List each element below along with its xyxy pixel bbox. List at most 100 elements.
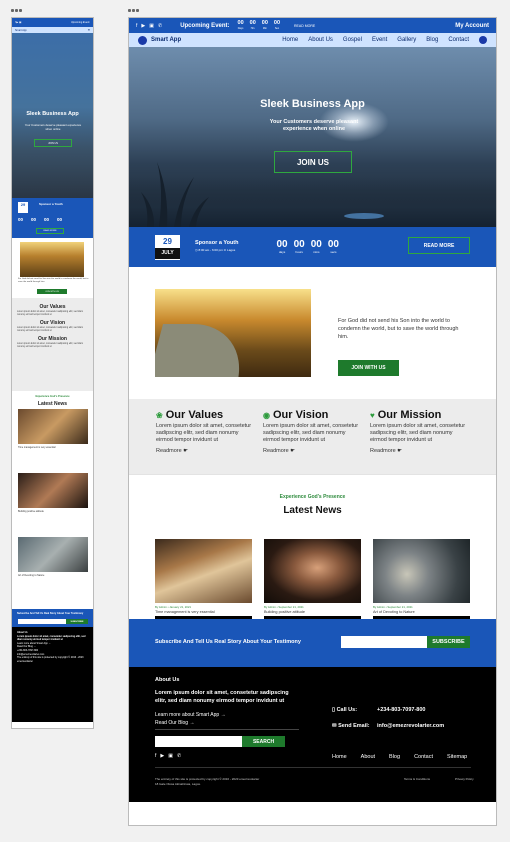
mobile-news-image xyxy=(18,537,88,572)
mobile-news-card[interactable]: Time management is very essential xyxy=(18,409,88,449)
news-title: Latest News xyxy=(283,505,342,516)
event-month: JULY xyxy=(155,247,180,259)
desktop-window-dots xyxy=(128,9,140,12)
mobile-menu-icon[interactable]: ☰ xyxy=(88,29,90,32)
hero-title: Sleek Business App xyxy=(260,98,365,110)
grass-silhouette xyxy=(141,162,209,227)
mobile-values-text: Lorem ipsum dolor sit amet, consetetur s… xyxy=(17,311,84,316)
mobile-event-readmore[interactable]: READ MORE xyxy=(36,228,64,234)
mobile-footer-lead: Lorem ipsum dolor sit amet, consetetur s… xyxy=(17,634,86,642)
instagram-icon[interactable]: ▣ xyxy=(168,753,173,759)
footer-link-about[interactable]: About xyxy=(361,754,375,760)
mobile-mission-text: Lorem ipsum dolor sit amet, consetetur s… xyxy=(17,343,84,348)
mobile-subscribe-button[interactable]: SUBSCRIBE xyxy=(66,619,88,624)
mobile-countdown: 00 00 00 00 xyxy=(18,217,63,222)
youtube-icon[interactable]: ▶ xyxy=(141,23,145,29)
hero-subtitle: Your Customers deserve pleasant experien… xyxy=(269,119,359,132)
about-text: For God did not send his Son into the wo… xyxy=(338,318,459,340)
footer: About Us Lorem ipsum dolor sit amet, con… xyxy=(129,667,496,802)
nav-item-contact[interactable]: Contact xyxy=(448,37,469,43)
mobile-news-title: Latest News xyxy=(37,401,68,407)
countdown-hours: 00 Hrs xyxy=(249,19,256,30)
youtube-icon[interactable]: ▶ xyxy=(160,753,164,759)
mountain-image xyxy=(155,289,311,377)
mobile-news-card-title: Building positive attitude xyxy=(18,510,44,513)
main-nav: Smart App Home About Us Gospel Event Gal… xyxy=(129,33,496,47)
mobile-preview: f ▶ ▣ Upcoming Event: Smart App ☰ Sleek … xyxy=(11,17,94,729)
values-column: ❀ Our Values Lorem ipsum dolor sit amet, … xyxy=(156,409,255,474)
privacy-link[interactable]: Privacy Policy xyxy=(455,777,474,781)
mobile-news: Experience God's Presence Latest News Ti… xyxy=(12,391,93,609)
subscribe-input[interactable] xyxy=(341,636,427,648)
news-card-title[interactable]: Time management is very essential xyxy=(155,610,252,614)
nav-item-home[interactable]: Home xyxy=(282,37,298,43)
whatsapp-icon[interactable]: ✆ xyxy=(158,23,162,29)
mobile-news-card-title: Art of Devoting to Nature xyxy=(18,574,45,577)
facebook-icon[interactable]: f xyxy=(155,753,156,759)
read-blog-link[interactable]: Read Our Blog → xyxy=(155,720,226,727)
event-read-more-button[interactable]: READ MORE xyxy=(408,237,470,254)
footer-search-input[interactable] xyxy=(155,736,242,747)
topbar-read-more-link[interactable]: READ MORE xyxy=(294,24,315,28)
nav-item-gallery[interactable]: Gallery xyxy=(397,37,416,43)
nav-item-about[interactable]: About Us xyxy=(308,37,333,43)
footer-link-blog[interactable]: Blog xyxy=(389,754,400,760)
facebook-icon[interactable]: f xyxy=(136,23,137,29)
brand-logo[interactable]: Smart App xyxy=(138,35,181,45)
learn-more-link[interactable]: Learn more about Smart App → xyxy=(155,712,226,719)
mobile-vision-title: Our Vision xyxy=(39,320,66,326)
countdown-mins: 00 Min xyxy=(261,19,268,30)
mobile-social-icons[interactable]: f ▶ ▣ xyxy=(15,21,21,24)
mobile-topbar: f ▶ ▣ Upcoming Event: xyxy=(12,18,93,27)
mobile-join-with-us-button[interactable]: JOIN WITH US xyxy=(37,289,67,294)
nav-item-blog[interactable]: Blog xyxy=(426,37,438,43)
nav-item-gospel[interactable]: Gospel xyxy=(343,37,362,43)
email-value[interactable]: info@emezrevolarter.com xyxy=(377,723,444,729)
phone-icon: ▯ xyxy=(332,707,336,713)
join-us-button[interactable]: JOIN US xyxy=(274,151,352,173)
call-value[interactable]: +234-803-7097-800 xyxy=(377,707,425,713)
mobile-news-kicker: Experience God's Presence xyxy=(35,395,70,398)
my-account-menu[interactable]: My Account xyxy=(455,23,489,29)
mobile-event: 29 Sponsor a Youth 00 00 00 00 READ MORE xyxy=(12,198,93,238)
pin-icon: ⊙ xyxy=(223,248,227,252)
mission-readmore-link[interactable]: Readmore ☛ xyxy=(370,448,469,454)
instagram-icon[interactable]: ▣ xyxy=(149,23,154,29)
mobile-footer-copyright: The entirety of this site is protected b… xyxy=(17,656,84,663)
mobile-join-button[interactable]: JOIN US xyxy=(34,139,72,147)
mobile-news-card-title: Time management is very essential xyxy=(18,446,56,449)
news-section: Experience God's Presence Latest News By… xyxy=(129,474,496,751)
event-count-hours: 00 hours xyxy=(293,239,305,254)
terms-link[interactable]: Terms & Conditions xyxy=(404,777,430,781)
news-card-title[interactable]: Building positive attitude xyxy=(264,610,361,614)
values-readmore-link[interactable]: Readmore ☛ xyxy=(156,448,255,454)
footer-contact: ▯ Call Us: +234-803-7097-800 ✉ Send Email… xyxy=(332,702,444,734)
join-with-us-button[interactable]: JOIN WITH US xyxy=(338,360,399,376)
footer-links-block: Learn more about Smart App → Read Our Bl… xyxy=(155,712,226,728)
user-icon[interactable] xyxy=(479,36,487,44)
vision-readmore-link[interactable]: Readmore ☛ xyxy=(263,448,362,454)
footer-search-button[interactable]: SEARCH xyxy=(242,736,285,747)
nav-item-event[interactable]: Event xyxy=(372,37,387,43)
event-count-mins: 00 mins xyxy=(310,239,322,254)
footer-link-home[interactable]: Home xyxy=(332,754,347,760)
countdown-days: 00 Days xyxy=(237,19,244,30)
values-section: ❀ Our Values Lorem ipsum dolor sit amet, … xyxy=(129,399,496,474)
values-title: Our Values xyxy=(165,409,224,421)
values-text: Lorem ipsum dolor sit amet, consetetur s… xyxy=(156,423,252,443)
mobile-mission-title: Our Mission xyxy=(38,336,67,342)
mobile-brand[interactable]: Smart App xyxy=(15,29,27,32)
mobile-subscribe-input[interactable] xyxy=(18,619,66,624)
news-card-title[interactable]: Art of Devoting to Nature xyxy=(373,610,470,614)
mobile-news-card[interactable]: Art of Devoting to Nature xyxy=(18,537,88,577)
whatsapp-icon[interactable]: ✆ xyxy=(177,753,181,759)
footer-link-contact[interactable]: Contact xyxy=(414,754,433,760)
footer-link-sitemap[interactable]: Sitemap xyxy=(447,754,467,760)
news-image-cats xyxy=(373,539,470,603)
mobile-news-card[interactable]: Building positive attitude xyxy=(18,473,88,513)
subscribe-button[interactable]: SUBSCRIBE xyxy=(427,636,470,648)
event-day: 29 xyxy=(163,236,172,246)
call-label: Call Us: xyxy=(336,707,358,713)
news-image-meeting xyxy=(155,539,252,603)
mobile-footer: About Us Lorem ipsum dolor sit amet, con… xyxy=(12,627,93,722)
